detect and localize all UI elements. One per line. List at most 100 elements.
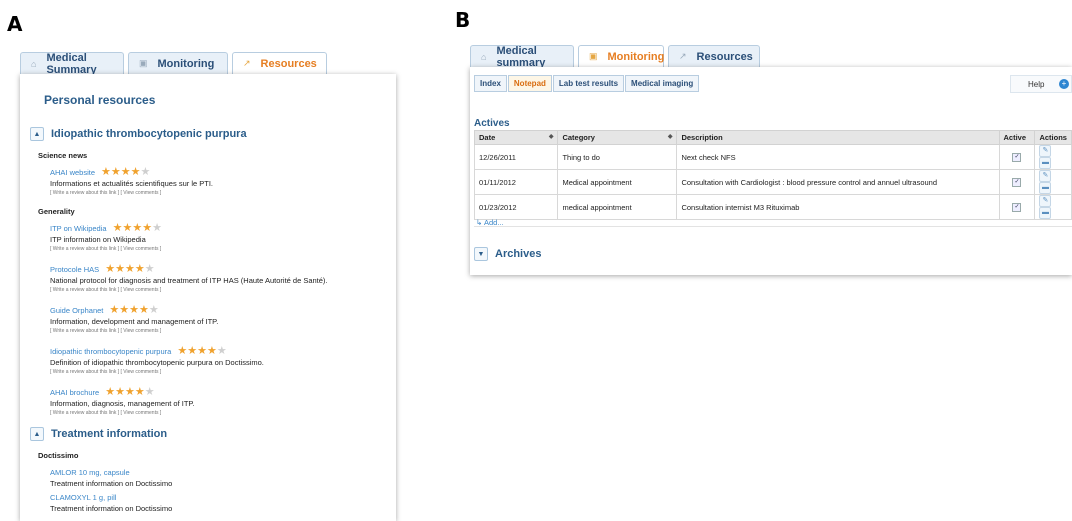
star-icon[interactable]: ★ <box>149 304 159 316</box>
view-comments-link[interactable]: [ View comments ] <box>121 246 162 252</box>
star-icon[interactable]: ★ <box>101 166 111 178</box>
sort-icon[interactable]: ◆ <box>549 133 554 140</box>
star-icon[interactable]: ★ <box>125 263 135 275</box>
star-rating[interactable]: ★ ★ ★ ★ ★ <box>105 386 155 398</box>
actions-cell: ✎▬ <box>1034 169 1072 195</box>
sort-icon[interactable]: ◆ <box>668 133 673 140</box>
resource-link[interactable]: Idiopathic thrombocytopenic purpura <box>50 347 171 356</box>
actives-table: Date ◆ Category ◆ Description Active Actions 1… <box>473 130 1072 220</box>
write-review-link[interactable]: [ Write a review about this link ] <box>50 328 119 334</box>
archives-section-header[interactable]: ▼ Archives <box>474 247 541 261</box>
tab-monitoring[interactable]: ▣ Monitoring <box>578 45 664 67</box>
write-review-link[interactable]: [ Write a review about this link ] <box>50 369 119 375</box>
tab-medical-summary[interactable]: ⌂ Medical Summary <box>20 52 124 76</box>
collapse-icon[interactable]: ▲ <box>30 127 44 141</box>
resource-link[interactable]: Guide Orphanet <box>50 306 103 315</box>
tab-resources[interactable]: ↗ Resources <box>668 45 760 67</box>
tab-resources[interactable]: ↗ Resources <box>232 52 327 74</box>
star-rating[interactable]: ★ ★ ★ ★ ★ <box>177 345 227 357</box>
write-review-link[interactable]: [ Write a review about this link ] <box>50 190 119 196</box>
tab-label: Monitoring <box>157 57 215 70</box>
trash-icon[interactable]: ▬ <box>1039 207 1052 219</box>
star-rating[interactable]: ★ ★ ★ ★ ★ <box>109 304 159 316</box>
star-icon[interactable]: ★ <box>145 263 155 275</box>
star-rating[interactable]: ★ ★ ★ ★ ★ <box>113 222 162 234</box>
tab-monitoring[interactable]: ▣ Monitoring <box>128 52 228 74</box>
resource-description: ITP information on Wikipedia <box>50 235 146 244</box>
link-icon: ↗ <box>243 58 251 68</box>
star-icon[interactable]: ★ <box>135 386 145 398</box>
home-icon: ⌂ <box>481 51 487 62</box>
resource-link[interactable]: CLAMOXYL 1 g, pill <box>50 493 116 502</box>
star-icon[interactable]: ★ <box>115 263 125 275</box>
star-icon[interactable]: ★ <box>197 345 207 357</box>
edit-icon[interactable]: ✎ <box>1039 145 1052 157</box>
star-icon[interactable]: ★ <box>105 263 115 275</box>
star-icon[interactable]: ★ <box>121 166 131 178</box>
section-header[interactable]: ▲ Treatment information <box>30 427 167 441</box>
star-icon[interactable]: ★ <box>207 345 217 357</box>
tab-medical-summary[interactable]: ⌂ Medical summary <box>470 45 574 69</box>
active-checkbox[interactable]: ✓ <box>1012 177 1022 187</box>
resource-link[interactable]: AHAI brochure <box>50 388 99 397</box>
collapse-icon[interactable]: ▲ <box>30 427 44 441</box>
star-icon[interactable]: ★ <box>135 263 145 275</box>
resource-link[interactable]: Protocole HAS <box>50 265 99 274</box>
star-icon[interactable]: ★ <box>125 386 135 398</box>
resource-actions: [ Write a review about this link ] [ Vie… <box>50 286 328 296</box>
star-rating[interactable]: ★ ★ ★ ★ ★ <box>105 263 155 275</box>
star-icon[interactable]: ★ <box>177 345 187 357</box>
resource-description: Informations et actualités scientifiques… <box>50 179 213 188</box>
star-icon[interactable]: ★ <box>105 386 115 398</box>
star-icon[interactable]: ★ <box>217 345 227 357</box>
star-icon[interactable]: ★ <box>129 304 139 316</box>
help-button[interactable]: Help + <box>1010 75 1072 93</box>
view-comments-link[interactable]: [ View comments ] <box>121 190 162 196</box>
resource-group-title: Science news <box>38 151 88 160</box>
star-icon[interactable]: ★ <box>131 166 141 178</box>
subtab-index[interactable]: Index <box>474 75 507 92</box>
subtab-medical-imaging[interactable]: Medical imaging <box>625 75 700 92</box>
active-checkbox[interactable]: ✓ <box>1012 202 1022 212</box>
star-icon[interactable]: ★ <box>115 386 125 398</box>
plus-circle-icon[interactable]: + <box>1059 79 1069 89</box>
edit-icon[interactable]: ✎ <box>1039 170 1052 182</box>
edit-icon[interactable]: ✎ <box>1039 195 1052 207</box>
star-rating[interactable]: ★ ★ ★ ★ ★ <box>101 166 151 178</box>
column-header-category[interactable]: Category ◆ <box>557 130 678 145</box>
resource-link[interactable]: ITP on Wikipedia <box>50 224 107 233</box>
star-icon[interactable]: ★ <box>187 345 197 357</box>
resource-description: Treatment information on Doctissimo <box>50 504 173 513</box>
resource-link[interactable]: AHAI website <box>50 168 95 177</box>
resource-description: Information, diagnosis, management of IT… <box>50 399 195 408</box>
description-cell: Next check NFS <box>676 144 1000 170</box>
expand-icon[interactable]: ▼ <box>474 247 488 261</box>
star-icon[interactable]: ★ <box>109 304 119 316</box>
star-icon[interactable]: ★ <box>122 222 132 234</box>
section-header[interactable]: ▲ Idiopathic thrombocytopenic purpura <box>30 127 247 141</box>
subtab-lab-test-results[interactable]: Lab test results <box>552 75 625 92</box>
star-icon[interactable]: ★ <box>119 304 129 316</box>
star-icon[interactable]: ★ <box>142 222 152 234</box>
star-icon[interactable]: ★ <box>139 304 149 316</box>
view-comments-link[interactable]: [ View comments ] <box>121 328 162 334</box>
resource-link[interactable]: AMLOR 10 mg, capsule <box>50 468 130 477</box>
star-icon[interactable]: ★ <box>132 222 142 234</box>
star-icon[interactable]: ★ <box>145 386 155 398</box>
trash-icon[interactable]: ▬ <box>1039 182 1052 194</box>
star-icon[interactable]: ★ <box>141 166 151 178</box>
subtab-notepad[interactable]: Notepad <box>507 75 552 92</box>
view-comments-link[interactable]: [ View comments ] <box>121 287 162 293</box>
write-review-link[interactable]: [ Write a review about this link ] <box>50 246 119 252</box>
star-icon[interactable]: ★ <box>111 166 121 178</box>
trash-icon[interactable]: ▬ <box>1039 157 1052 169</box>
view-comments-link[interactable]: [ View comments ] <box>121 369 162 375</box>
star-icon[interactable]: ★ <box>113 222 123 234</box>
home-icon: ⌂ <box>31 58 37 69</box>
column-header-date[interactable]: Date ◆ <box>473 130 559 145</box>
star-icon[interactable]: ★ <box>152 222 162 234</box>
write-review-link[interactable]: [ Write a review about this link ] <box>50 410 119 416</box>
active-checkbox[interactable]: ✓ <box>1012 152 1022 162</box>
view-comments-link[interactable]: [ View comments ] <box>121 410 162 416</box>
write-review-link[interactable]: [ Write a review about this link ] <box>50 287 119 293</box>
